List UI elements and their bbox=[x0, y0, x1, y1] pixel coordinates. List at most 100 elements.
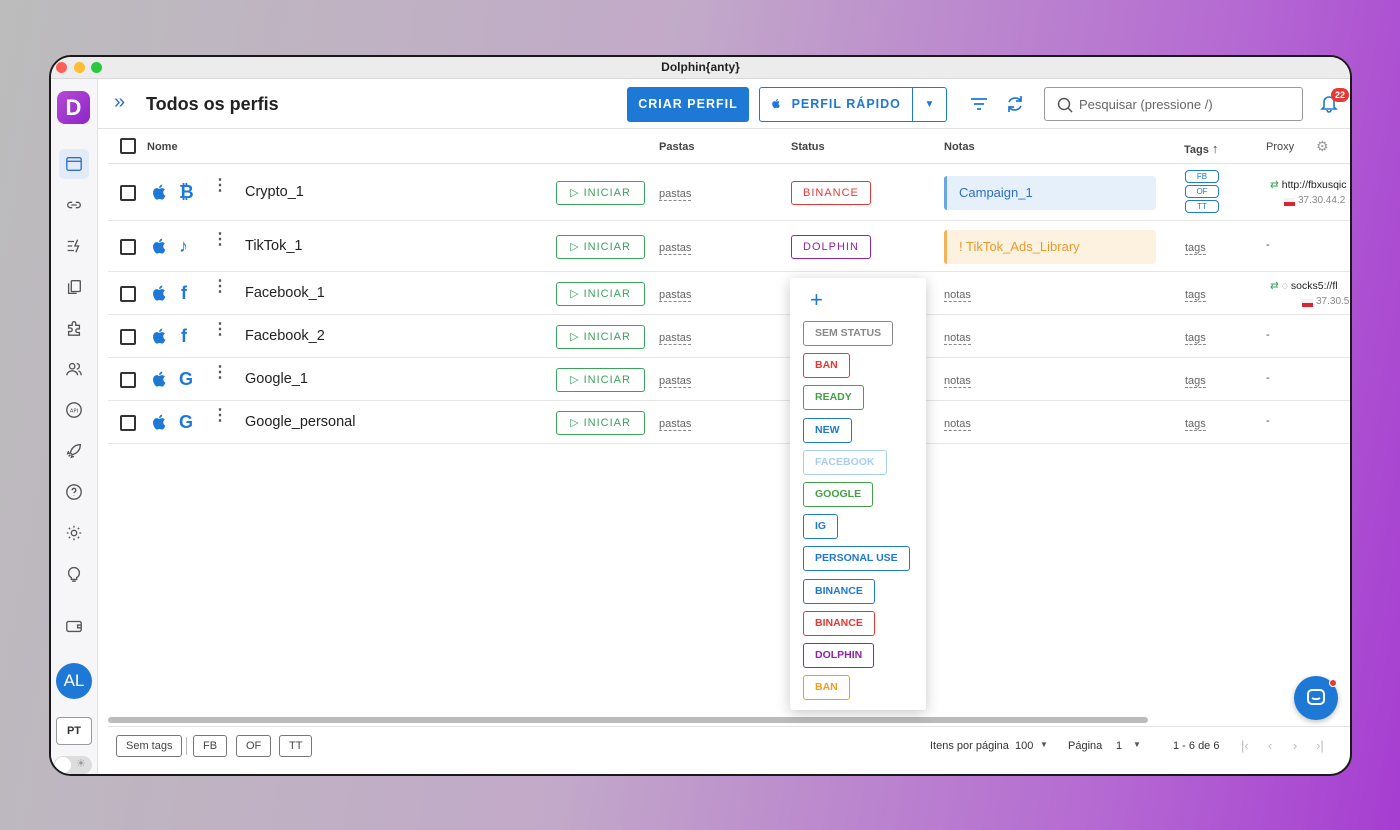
items-per-page-select[interactable]: 100 bbox=[1015, 740, 1033, 752]
row-checkbox[interactable] bbox=[120, 372, 136, 388]
theme-toggle[interactable]: ☀ bbox=[54, 756, 92, 774]
start-profile-button[interactable]: ▷ INICIAR bbox=[556, 282, 645, 306]
tag-chip[interactable]: TT bbox=[1185, 200, 1219, 213]
tags-field[interactable]: tags bbox=[1185, 332, 1206, 345]
avatar[interactable]: AL bbox=[56, 663, 92, 699]
more-options-icon[interactable]: ⋮ bbox=[212, 279, 228, 295]
more-options-icon[interactable]: ⋮ bbox=[212, 365, 228, 381]
select-all-checkbox[interactable] bbox=[120, 138, 136, 154]
status-option[interactable]: BINANCE bbox=[803, 578, 875, 604]
col-proxy[interactable]: Proxy bbox=[1266, 141, 1294, 153]
prev-page-icon[interactable]: ‹ bbox=[1268, 738, 1272, 753]
col-notes[interactable]: Notas bbox=[944, 141, 975, 153]
status-option[interactable]: DOLPHIN bbox=[803, 643, 875, 668]
more-options-icon[interactable]: ⋮ bbox=[212, 322, 228, 338]
gear-icon[interactable]: ⚙ bbox=[1316, 138, 1329, 155]
status-option[interactable]: FACEBOOK bbox=[803, 449, 887, 475]
notes-field[interactable]: notas bbox=[944, 375, 971, 388]
status-option[interactable]: READY bbox=[803, 385, 864, 411]
profile-name[interactable]: TikTok_1 bbox=[245, 238, 302, 254]
rocket-icon[interactable] bbox=[59, 436, 89, 466]
status-badge[interactable]: BINANCE bbox=[791, 181, 871, 205]
profile-name[interactable]: Crypto_1 bbox=[245, 184, 304, 200]
col-status[interactable]: Status bbox=[791, 141, 825, 153]
status-option[interactable]: BINANCE bbox=[803, 610, 875, 636]
more-options-icon[interactable]: ⋮ bbox=[212, 408, 228, 424]
table-row[interactable]: G ⋮ Google_1 ▷ INICIAR pastas notas tags - bbox=[108, 358, 1350, 401]
profile-name[interactable]: Facebook_1 bbox=[245, 285, 325, 301]
search-input[interactable] bbox=[1079, 94, 1294, 114]
row-checkbox[interactable] bbox=[120, 239, 136, 255]
tag-filter-fb[interactable]: FB bbox=[193, 735, 228, 757]
api-icon[interactable]: API bbox=[59, 395, 89, 425]
tags-field[interactable]: tags bbox=[1185, 375, 1206, 388]
table-row[interactable]: G ⋮ Google_personal ▷ INICIAR pastas notas tag… bbox=[108, 401, 1350, 444]
copy-icon[interactable] bbox=[59, 272, 89, 302]
profile-name[interactable]: Google_personal bbox=[245, 414, 355, 430]
notes-field[interactable]: notas bbox=[944, 289, 971, 302]
status-option[interactable]: GOOGLE bbox=[803, 482, 874, 507]
add-status-icon[interactable]: + bbox=[810, 288, 823, 312]
status-option[interactable]: NEW bbox=[803, 417, 852, 443]
col-name[interactable]: Nome bbox=[147, 141, 178, 153]
proxy-address[interactable]: ⇄ ◌ socks5://fl bbox=[1270, 280, 1338, 292]
folders-field[interactable]: pastas bbox=[659, 188, 692, 201]
row-checkbox[interactable] bbox=[120, 185, 136, 201]
row-checkbox[interactable] bbox=[120, 329, 136, 345]
search-box[interactable] bbox=[1044, 87, 1303, 121]
more-options-icon[interactable]: ⋮ bbox=[212, 178, 228, 194]
notes-field[interactable]: notas bbox=[944, 332, 971, 345]
tag-chip[interactable]: OF bbox=[1185, 185, 1219, 198]
notes-field[interactable]: notas bbox=[944, 418, 971, 431]
caret-down-icon[interactable]: ▼ bbox=[1133, 740, 1141, 749]
extensions-icon[interactable] bbox=[59, 313, 89, 343]
help-icon[interactable] bbox=[59, 477, 89, 507]
create-profile-button[interactable]: CRIAR PERFIL bbox=[627, 87, 749, 122]
last-page-icon[interactable]: ›| bbox=[1316, 738, 1324, 753]
col-tags[interactable]: Tags ↑ bbox=[1184, 141, 1218, 156]
folders-field[interactable]: pastas bbox=[659, 375, 692, 388]
tag-filter-tt[interactable]: TT bbox=[279, 735, 313, 757]
filter-icon[interactable] bbox=[968, 93, 990, 115]
quick-profile-label[interactable]: PERFIL RÁPIDO bbox=[760, 88, 912, 121]
profile-name[interactable]: Facebook_2 bbox=[245, 328, 325, 344]
table-row[interactable]: f ⋮ Facebook_1 ▷ INICIAR pastas notas tags ⇄ ◌ … bbox=[108, 272, 1350, 315]
refresh-icon[interactable] bbox=[1004, 93, 1026, 115]
tags-field[interactable]: tags bbox=[1185, 418, 1206, 431]
table-row[interactable]: ♪ ⋮ TikTok_1 ▷ INICIAR pastas DOLPHIN ! TikTok… bbox=[108, 221, 1350, 272]
more-options-icon[interactable]: ⋮ bbox=[212, 232, 228, 248]
page-select[interactable]: 1 bbox=[1116, 740, 1122, 752]
status-badge[interactable]: DOLPHIN bbox=[791, 235, 871, 259]
status-option[interactable]: BAN bbox=[803, 675, 850, 701]
lightbulb-icon[interactable] bbox=[59, 559, 89, 589]
col-folders[interactable]: Pastas bbox=[659, 141, 694, 153]
caret-down-icon[interactable]: ▼ bbox=[913, 88, 947, 121]
tag-filter-of[interactable]: OF bbox=[236, 735, 272, 757]
app-logo[interactable]: D bbox=[57, 91, 90, 124]
start-profile-button[interactable]: ▷ INICIAR bbox=[556, 368, 645, 392]
row-checkbox[interactable] bbox=[120, 286, 136, 302]
folders-field[interactable]: pastas bbox=[659, 289, 692, 302]
table-row[interactable]: ₿ ⋮ Crypto_1 ▷ INICIAR pastas BINANCE Campaign… bbox=[108, 165, 1350, 221]
wallet-icon[interactable] bbox=[59, 611, 89, 641]
start-profile-button[interactable]: ▷ INICIAR bbox=[556, 411, 645, 435]
start-profile-button[interactable]: ▷ INICIAR bbox=[556, 235, 645, 259]
folders-field[interactable]: pastas bbox=[659, 418, 692, 431]
horizontal-scrollbar[interactable] bbox=[108, 717, 1148, 723]
link-icon[interactable] bbox=[59, 190, 89, 220]
start-profile-button[interactable]: ▷ INICIAR bbox=[556, 181, 645, 205]
expand-sidebar-icon[interactable]: » bbox=[114, 91, 125, 114]
start-profile-button[interactable]: ▷ INICIAR bbox=[556, 325, 645, 349]
tag-chip[interactable]: FB bbox=[1185, 170, 1219, 183]
caret-down-icon[interactable]: ▼ bbox=[1040, 740, 1048, 749]
status-option[interactable]: BAN bbox=[803, 353, 850, 379]
tags-field[interactable]: tags bbox=[1185, 289, 1206, 302]
table-row[interactable]: f ⋮ Facebook_2 ▷ INICIAR pastas notas tags - bbox=[108, 315, 1350, 358]
users-icon[interactable] bbox=[59, 354, 89, 384]
automation-icon[interactable] bbox=[59, 231, 89, 261]
status-option[interactable]: IG bbox=[803, 514, 839, 540]
status-option[interactable]: PERSONAL USE bbox=[803, 546, 910, 572]
row-checkbox[interactable] bbox=[120, 415, 136, 431]
chat-button[interactable] bbox=[1294, 676, 1338, 720]
proxy-address[interactable]: ⇄ http://fbxusqic bbox=[1270, 179, 1347, 191]
